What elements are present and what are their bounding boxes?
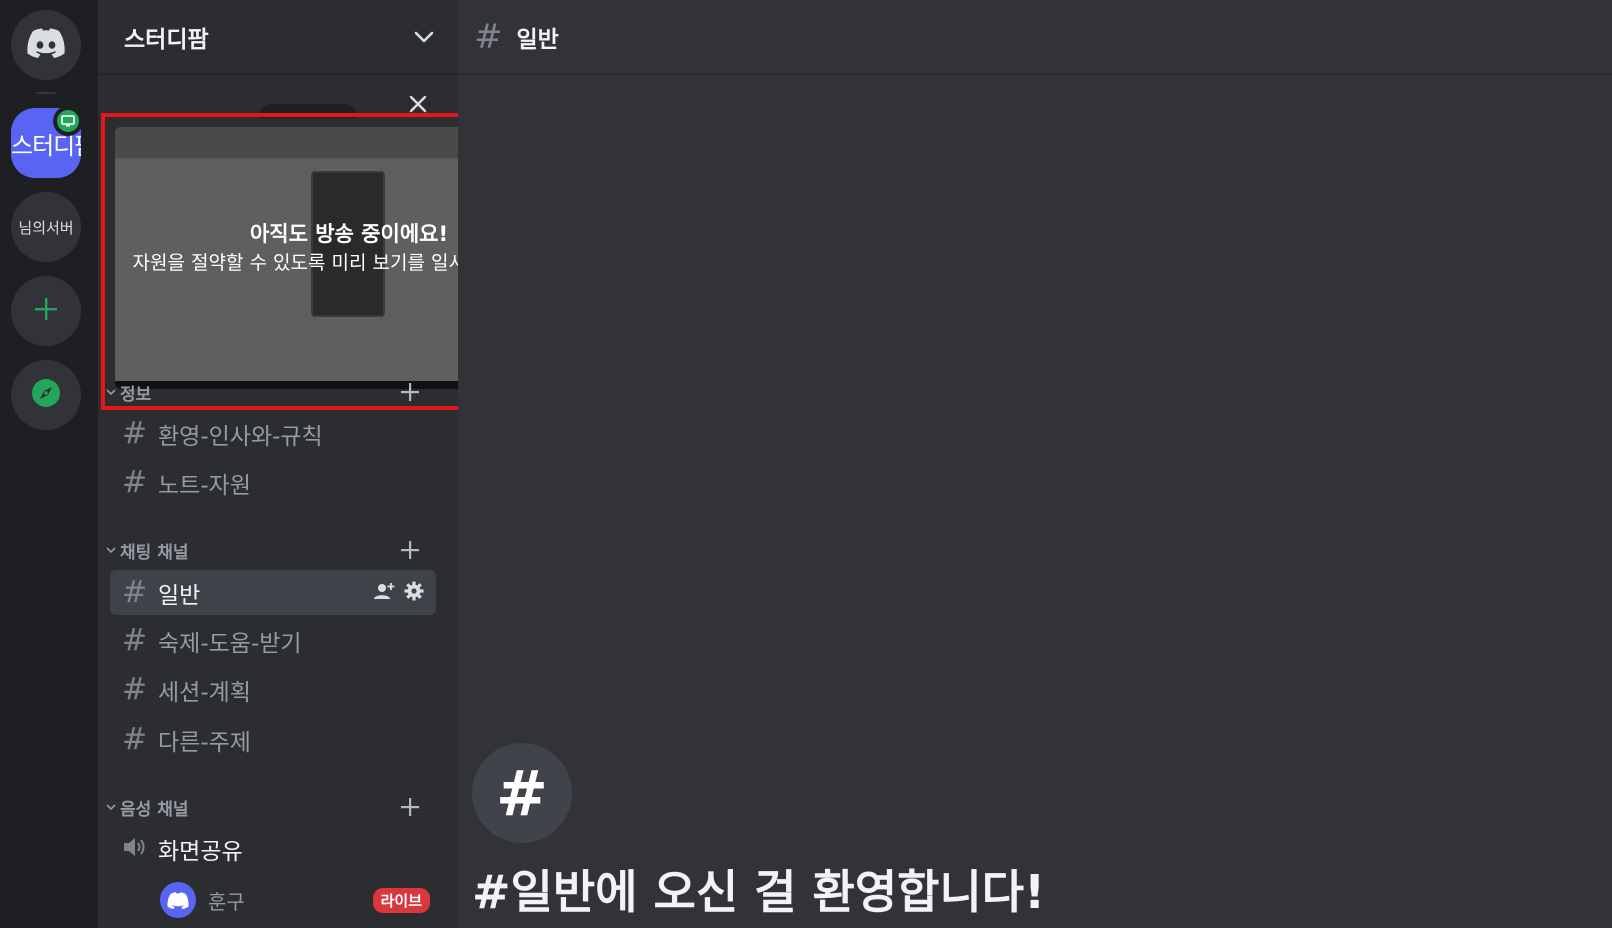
voice-user-name: 훈구 [208, 889, 245, 914]
rail-separator [36, 92, 56, 94]
channel-actions [374, 581, 436, 605]
channel-homework-help[interactable]: # 숙제-도움-받기 [110, 618, 436, 663]
server-name: 스터디팜 [124, 27, 209, 53]
plus-icon[interactable] [400, 540, 420, 560]
stream-preview[interactable]: 아직도 방송 중이에요! 자원을 절약할 수 있도록 미리 보기를 일시 정지했… [115, 127, 458, 389]
plus-icon [33, 296, 59, 326]
server-rail: 스터디팜 님의서버 [0, 0, 98, 928]
add-server-button[interactable] [11, 276, 81, 346]
channel-header: # 일반 [458, 0, 1612, 75]
stream-screenshot-toolbar [115, 127, 458, 159]
compass-icon [31, 378, 61, 412]
channel-label: 환영-인사와-규칙 [158, 423, 323, 450]
chevron-down-icon [106, 803, 116, 811]
monitor-icon [57, 110, 79, 132]
discord-logo-icon [27, 28, 65, 62]
channel-label: 다른-주제 [158, 729, 251, 756]
channel-voice-screenshare[interactable]: 화면공유 [110, 826, 436, 871]
chevron-down-icon [106, 388, 116, 396]
chevron-down-icon [106, 546, 116, 554]
discord-app: 스터디팜 님의서버 [0, 0, 1612, 928]
stream-paused-subtitle: 자원을 절약할 수 있도록 미리 보기를 일시 정지했어요. [132, 252, 458, 274]
hash-icon: # [122, 415, 148, 451]
home-button[interactable] [11, 10, 81, 80]
channel-welcome-rules[interactable]: # 환영-인사와-규칙 [110, 411, 436, 456]
welcome-hash-icon: # [472, 743, 572, 843]
stream-preview-highlight: 아직도 방송 중이에요! 자원을 절약할 수 있도록 미리 보기를 일시 정지했… [101, 113, 458, 410]
channel-label: 숙제-도움-받기 [158, 630, 302, 657]
channel-sidebar: 스터디팜 아직도 방송 중이에요! 자원을 절약할 수 있도록 미리 보기를 일… [98, 0, 458, 928]
hash-icon: # [474, 17, 503, 57]
channel-other-topics[interactable]: # 다른-주제 [110, 717, 436, 762]
hash-icon: # [122, 671, 148, 707]
channel-label: 노트-자원 [158, 472, 251, 499]
hash-icon: # [122, 464, 148, 500]
channel-label: 세션-계획 [158, 679, 251, 706]
hash-icon: # [122, 721, 148, 757]
avatar [160, 882, 196, 918]
hash-icon: # [122, 574, 148, 610]
server-icon-studyfarm[interactable]: 스터디팜 [11, 106, 83, 178]
add-member-icon[interactable] [374, 582, 396, 604]
plus-icon[interactable] [400, 382, 420, 402]
gear-icon[interactable] [404, 581, 424, 605]
screen-share-badge [53, 106, 83, 136]
speaker-icon [122, 834, 158, 864]
welcome-title: #일반에 오신 걸 환영합니다! [472, 865, 1046, 919]
stream-paused-message: 아직도 방송 중이에요! 자원을 절약할 수 있도록 미리 보기를 일시 정지했… [115, 219, 458, 277]
chevron-down-icon [414, 31, 434, 43]
category-chat[interactable]: 채팅 채널 [98, 536, 458, 564]
hash-icon: # [122, 622, 148, 658]
channel-notes-resources[interactable]: # 노트-자원 [110, 460, 436, 505]
channel-session-plan[interactable]: # 세션-계획 [110, 667, 436, 712]
channel-title: 일반 [516, 27, 559, 53]
live-badge: 라이브 [372, 887, 430, 913]
voice-user-row[interactable]: 훈구 라이브 [160, 880, 430, 920]
category-info[interactable]: 정보 [98, 378, 458, 406]
explore-servers-button[interactable] [11, 360, 81, 430]
stream-paused-title: 아직도 방송 중이에요! [249, 222, 449, 246]
channel-label: 일반 [158, 582, 201, 609]
category-voice[interactable]: 음성 채널 [98, 793, 458, 821]
server-icon-label: 님의서버 [18, 218, 74, 237]
channel-label: 화면공유 [158, 838, 243, 865]
server-header[interactable]: 스터디팜 [98, 0, 458, 75]
channel-general[interactable]: # 일반 [110, 570, 436, 615]
server-icon-second[interactable]: 님의서버 [11, 192, 81, 262]
plus-icon[interactable] [400, 797, 420, 817]
main-chat-area: # 일반 # #일반에 오신 걸 환영합니다! [458, 0, 1612, 928]
